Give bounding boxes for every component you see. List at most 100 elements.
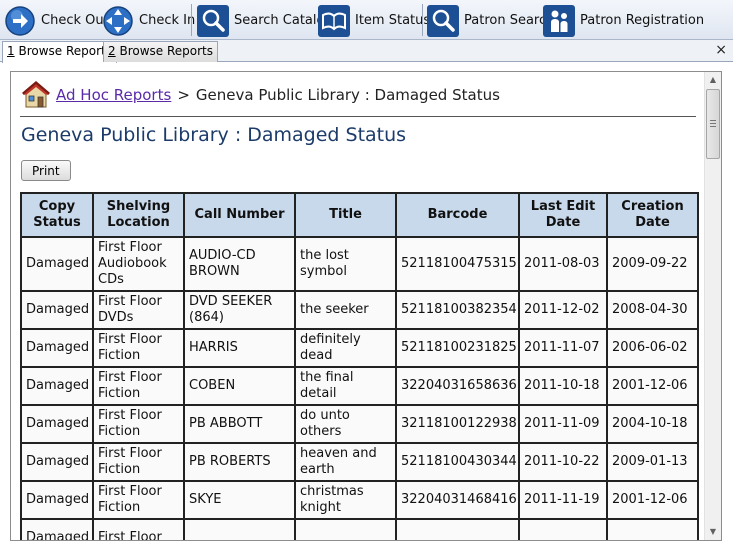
table-cell: 2001-12-06 <box>606 480 699 520</box>
table-cell: COBEN <box>183 366 296 406</box>
tab-number: 2 <box>108 44 116 58</box>
table-cell: the lost symbol <box>294 236 397 292</box>
main-toolbar: Check Out Check In Search Catalog Item S… <box>0 0 733 40</box>
tab-browse-reports-1[interactable]: 1 Browse Reports <box>2 41 117 63</box>
column-header[interactable]: Title <box>294 192 397 238</box>
table-cell: SKYE <box>183 480 296 520</box>
table-cell: First Floor Fiction <box>92 366 185 406</box>
people-icon <box>543 4 575 37</box>
scroll-thumb[interactable] <box>706 89 720 159</box>
tab-label: Browse Reports <box>115 44 213 58</box>
table-cell: 2009-09-22 <box>606 236 699 292</box>
check-in-label: Check In <box>139 13 196 28</box>
magnifier-icon <box>197 4 229 37</box>
table-cell: First Floor Fiction <box>92 480 185 520</box>
page-title: Geneva Public Library : Damaged Status <box>21 124 407 146</box>
column-header[interactable]: Shelving Location <box>92 192 185 238</box>
report-frame: Ad Hoc Reports > Geneva Public Library :… <box>10 71 722 541</box>
table-cell: 2011-11-19 <box>518 480 608 520</box>
table-cell: Damaged <box>20 290 94 330</box>
table-cell: christmas knight <box>294 480 397 520</box>
check-in-button[interactable]: Check In <box>102 4 195 37</box>
table-cell: 32204031468416 <box>395 480 520 520</box>
vertical-scrollbar[interactable]: ▲ ▼ <box>704 72 721 540</box>
table-cell: 52118100475315 <box>395 236 520 292</box>
report-content: Ad Hoc Reports > Geneva Public Library :… <box>11 72 704 540</box>
column-header[interactable]: Call Number <box>183 192 296 238</box>
table-cell: 2009-01-13 <box>606 442 699 482</box>
table-cell <box>395 518 520 540</box>
table-cell: heaven and earth <box>294 442 397 482</box>
table-cell: 52118100231825 <box>395 328 520 368</box>
table-row: Damaged First Floor Fiction PB ROBERTS h… <box>20 442 699 482</box>
patron-registration-label: Patron Registration <box>580 13 705 28</box>
grip-line <box>710 126 716 127</box>
table-cell: First Floor Fiction <box>92 404 185 444</box>
patron-search-label: Patron Search <box>464 13 555 28</box>
table-cell: 2008-04-30 <box>606 290 699 330</box>
tab-label: Browse Reports <box>14 44 112 58</box>
table-cell: First Floor Audiobook CDs <box>92 236 185 292</box>
magnifier-icon <box>427 4 459 37</box>
compass-arrows-icon <box>102 5 134 37</box>
item-status-button[interactable]: Item Status <box>318 4 430 37</box>
table-cell: 2004-10-18 <box>606 404 699 444</box>
column-header[interactable]: Barcode <box>395 192 520 238</box>
grip-line <box>710 123 716 124</box>
table-cell: 2011-12-02 <box>518 290 608 330</box>
patron-registration-button[interactable]: Patron Registration <box>543 4 704 37</box>
tab-number: 1 <box>7 44 15 58</box>
tab-strip: 1 Browse Reports 2 Browse Reports × <box>0 40 733 63</box>
ad-hoc-reports-link[interactable]: Ad Hoc Reports <box>56 86 171 104</box>
table-cell: First Floor Fiction <box>92 328 185 368</box>
table-row: Damaged First Floor Fiction SKYE christm… <box>20 480 699 520</box>
table-cell <box>518 518 608 540</box>
check-out-label: Check Out <box>41 13 109 28</box>
open-book-icon <box>318 4 350 37</box>
table-cell: Damaged <box>20 480 94 520</box>
table-cell: the seeker <box>294 290 397 330</box>
table-cell: DVD SEEKER (864) <box>183 290 296 330</box>
table-cell: PB ABBOTT <box>183 404 296 444</box>
check-out-button[interactable]: Check Out <box>4 4 109 37</box>
table-cell: the final detail <box>294 366 397 406</box>
column-header[interactable]: Copy Status <box>20 192 94 238</box>
item-status-label: Item Status <box>355 13 431 28</box>
toolbar-separator <box>191 4 192 36</box>
print-button[interactable]: Print <box>21 160 71 181</box>
table-cell: First Floor Fiction <box>92 442 185 482</box>
home-icon <box>22 81 50 108</box>
table-cell: First Floor DVDs <box>92 290 185 330</box>
table-cell: 2011-08-03 <box>518 236 608 292</box>
table-cell: 2011-10-18 <box>518 366 608 406</box>
table-cell: 32204031658636 <box>395 366 520 406</box>
table-cell: 2011-10-22 <box>518 442 608 482</box>
table-cell: Damaged <box>20 442 94 482</box>
column-header[interactable]: Last Edit Date <box>518 192 608 238</box>
tab-browse-reports-2[interactable]: 2 Browse Reports <box>103 41 218 62</box>
table-cell: do unto others <box>294 404 397 444</box>
breadcrumb-separator: > <box>177 86 190 104</box>
grip-line <box>710 120 716 121</box>
breadcrumb-current: Geneva Public Library : Damaged Status <box>195 86 500 104</box>
report-table: Copy Status Shelving Location Call Numbe… <box>20 192 699 540</box>
table-header-row: Copy Status Shelving Location Call Numbe… <box>20 192 699 238</box>
table-cell: definitely dead <box>294 328 397 368</box>
scroll-down-icon[interactable]: ▼ <box>705 524 721 540</box>
table-cell: Damaged <box>20 236 94 292</box>
table-row: Damaged First Floor Fiction COBEN the fi… <box>20 366 699 406</box>
search-catalog-button[interactable]: Search Catalog <box>197 4 333 37</box>
patron-search-button[interactable]: Patron Search <box>427 4 554 37</box>
table-row: Damaged First Floor Audiobook CDs AUDIO-… <box>20 236 699 292</box>
table-cell: 52118100382354 <box>395 290 520 330</box>
table-cell: 2011-11-07 <box>518 328 608 368</box>
table-row: Damaged First Floor DVDs DVD SEEKER (864… <box>20 290 699 330</box>
close-tab-icon[interactable]: × <box>715 41 727 59</box>
table-cell: 2011-11-09 <box>518 404 608 444</box>
table-cell: Damaged <box>20 328 94 368</box>
arrow-right-icon <box>4 5 36 37</box>
table-cell: Damaged <box>20 404 94 444</box>
column-header[interactable]: Creation Date <box>606 192 699 238</box>
divider <box>20 116 696 117</box>
scroll-up-icon[interactable]: ▲ <box>705 72 721 88</box>
